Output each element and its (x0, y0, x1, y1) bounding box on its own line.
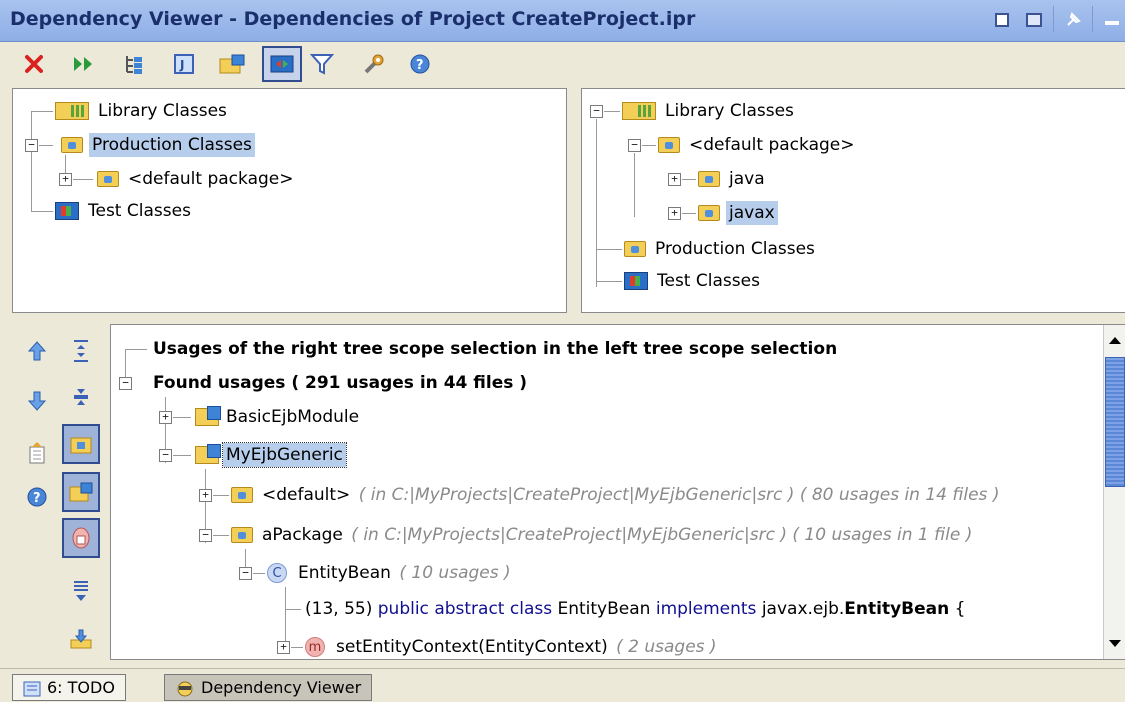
autoscroll-icon[interactable] (64, 574, 98, 608)
expand-toggle[interactable]: + (668, 207, 681, 220)
usage-line[interactable]: (13, 55) public abstract class EntityBea… (305, 595, 965, 623)
found-usages-node[interactable]: Found usages ( 291 usages in 44 files ) (153, 369, 527, 397)
collapse-toggle[interactable]: − (159, 449, 172, 462)
tree-node-production-classes[interactable]: Production Classes (624, 235, 818, 263)
rerun-icon[interactable] (68, 48, 100, 80)
title-bar: Dependency Viewer - Dependencies of Proj… (0, 0, 1125, 42)
tree-node-library-classes[interactable]: Library Classes (55, 97, 230, 125)
collapse-toggle[interactable]: − (628, 139, 641, 152)
tree-node-library-classes[interactable]: Library Classes (622, 97, 797, 125)
collapse-toggle[interactable]: − (239, 567, 252, 580)
tree-node-test-classes[interactable]: Test Classes (624, 267, 763, 295)
library-icon (622, 102, 656, 120)
tool-window-bar: 6: TODO Dependency Viewer (0, 668, 1125, 702)
package-folder-icon (231, 527, 253, 543)
group-by-module-icon[interactable] (62, 472, 100, 512)
restore-icon[interactable] (989, 6, 1015, 34)
package-info: ( in C:|MyProjects|CreateProject|MyEjbGe… (351, 525, 973, 545)
collapse-toggle[interactable]: − (25, 139, 38, 152)
todo-icon (23, 681, 41, 696)
package-folder-icon (658, 137, 680, 153)
title-separator-2 (1092, 6, 1093, 32)
folder-icon (61, 137, 83, 153)
jar-icon[interactable]: J (168, 48, 200, 80)
usages-header: Usages of the right tree scope selection… (153, 339, 838, 359)
vertical-scrollbar[interactable] (1103, 325, 1125, 659)
package-default[interactable]: <default> ( in C:|MyProjects|CreateProje… (231, 481, 999, 509)
usages-panel[interactable]: Usages of the right tree scope selection… (110, 324, 1125, 660)
package-apackage[interactable]: aPackage ( in C:|MyProjects|CreateProjec… (231, 521, 972, 549)
tree-node-java[interactable]: java (698, 165, 768, 193)
expand-toggle[interactable]: + (199, 489, 212, 502)
filter-icon[interactable] (306, 48, 338, 80)
package-folder-icon (698, 171, 720, 187)
expand-all-icon[interactable] (64, 334, 98, 368)
package-folder-icon (698, 205, 720, 221)
method-icon: m (305, 637, 325, 657)
settings-icon[interactable] (358, 48, 390, 80)
method-usage-count: ( 2 usages ) (616, 637, 717, 657)
method-set-entity-context[interactable]: m setEntityContext(EntityContext) ( 2 usa… (305, 633, 717, 659)
package-folder-icon (231, 487, 253, 503)
tab-todo[interactable]: 6: TODO (12, 674, 126, 701)
tree-node-default-package[interactable]: <default package> (97, 165, 296, 193)
svg-text:?: ? (33, 491, 41, 506)
svg-text:?: ? (416, 58, 424, 73)
module-icon (195, 406, 221, 426)
help-icon[interactable]: ? (404, 48, 436, 80)
expand-toggle[interactable]: + (159, 411, 172, 424)
toolbar: J ? (0, 43, 1125, 85)
package-info: ( in C:|MyProjects|CreateProject|MyEjbGe… (358, 485, 1000, 505)
tree-node-test-classes[interactable]: Test Classes (55, 197, 194, 225)
close-icon[interactable] (18, 48, 50, 80)
module-basic-ejb[interactable]: BasicEjbModule (195, 403, 362, 431)
collapse-toggle[interactable]: − (199, 529, 212, 542)
library-icon (55, 102, 89, 120)
previous-occurrence-icon[interactable] (20, 334, 54, 368)
title-separator (1053, 6, 1054, 32)
pin-icon[interactable] (1060, 6, 1086, 34)
left-scope-tree[interactable]: Library Classes − Production Classes + <… (12, 88, 567, 313)
group-by-scope-icon[interactable] (62, 518, 100, 558)
window-title: Dependency Viewer - Dependencies of Proj… (10, 8, 696, 30)
tab-dependency-viewer[interactable]: Dependency Viewer (164, 674, 373, 701)
scrollbar-thumb[interactable] (1105, 357, 1125, 487)
help-icon[interactable]: ? (20, 480, 54, 514)
class-entity-bean[interactable]: C EntityBean ( 10 usages ) (267, 559, 511, 587)
package-folder-icon (97, 171, 119, 187)
window-icon[interactable] (1021, 6, 1047, 34)
next-occurrence-icon[interactable] (20, 384, 54, 418)
expand-toggle[interactable]: + (277, 641, 290, 654)
folder-module-icon[interactable] (216, 48, 248, 80)
expand-toggle[interactable]: + (668, 173, 681, 186)
module-my-ejb-generic[interactable]: MyEjbGeneric (195, 441, 347, 469)
import-icon[interactable] (64, 622, 98, 656)
module-icon (195, 444, 221, 464)
class-icon: C (267, 563, 287, 583)
class-usage-count: ( 10 usages ) (399, 563, 511, 583)
right-scope-tree[interactable]: − Library Classes − <default package> + … (581, 88, 1125, 313)
group-by-scope-icon[interactable] (118, 48, 150, 80)
test-classes-icon (55, 202, 79, 220)
collapse-toggle[interactable]: − (119, 377, 132, 390)
expand-toggle[interactable]: + (59, 173, 72, 186)
scroll-up-icon[interactable] (1105, 329, 1125, 351)
export-icon[interactable] (20, 436, 54, 470)
minimize-icon[interactable] (1099, 6, 1125, 34)
svg-text:J: J (179, 58, 184, 72)
show-dependencies-icon[interactable] (262, 46, 302, 82)
scroll-down-icon[interactable] (1105, 633, 1125, 655)
tree-node-default-package[interactable]: <default package> (658, 131, 857, 159)
dependency-viewer-icon (177, 681, 193, 696)
collapse-toggle[interactable]: − (590, 105, 603, 118)
tree-node-javax[interactable]: javax (698, 199, 778, 227)
collapse-all-icon[interactable] (64, 380, 98, 414)
test-classes-icon (624, 272, 648, 290)
group-by-package-icon[interactable] (62, 424, 100, 464)
folder-icon (624, 241, 646, 257)
tree-node-production-classes[interactable]: Production Classes (61, 131, 255, 159)
